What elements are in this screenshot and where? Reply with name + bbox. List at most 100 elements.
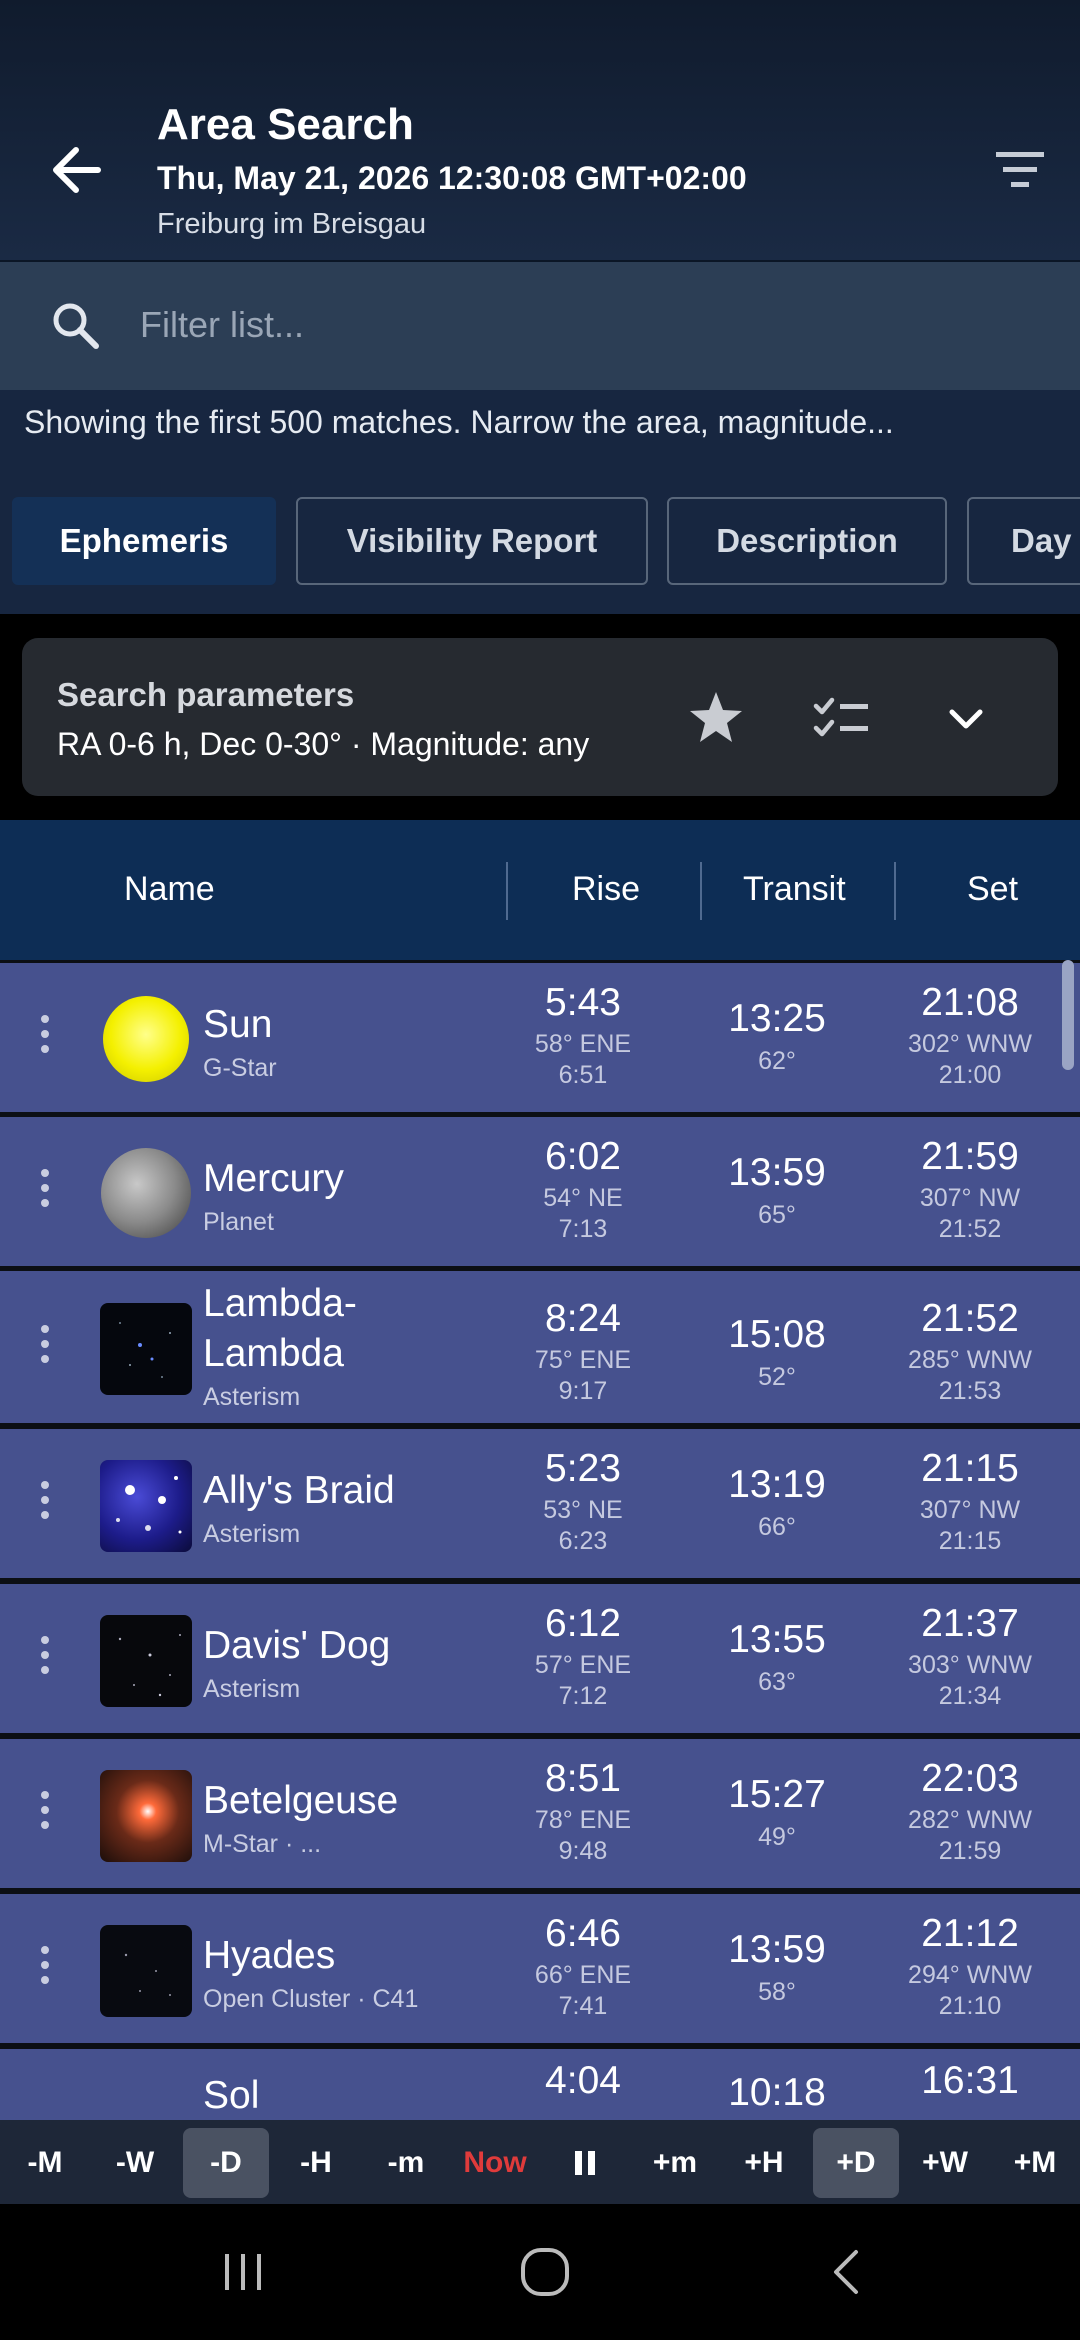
current-location[interactable]: Freiburg im Breisgau [157,208,426,241]
more-options-icon[interactable] [30,1636,60,1682]
minus-week-button[interactable]: -W [92,2128,178,2198]
set-time: 21:15 [921,1447,1019,1490]
rise-time: 8:24 [545,1297,621,1340]
pause-icon [575,2151,595,2175]
column-divider [506,862,508,920]
checklist-icon[interactable] [808,684,876,752]
scrollbar[interactable] [1062,960,1074,1070]
tab-visibility-report[interactable]: Visibility Report [296,497,648,585]
transit-time: 15:27 [728,1773,826,1816]
search-icon [53,303,99,349]
back-icon[interactable] [820,2244,876,2300]
minus-day-button[interactable]: -D [183,2128,269,2198]
tab-ephemeris[interactable]: Ephemeris [12,497,276,585]
more-options-icon[interactable] [30,1015,60,1061]
tab-day[interactable]: Day [967,497,1080,585]
object-type: Asterism [203,1383,301,1411]
minus-month-button[interactable]: -M [2,2128,88,2198]
transit-time: 13:59 [728,1151,826,1194]
chevron-down-icon[interactable] [932,684,1000,752]
minus-hour-button[interactable]: -H [273,2128,359,2198]
home-icon[interactable] [515,2242,575,2302]
set-secondary: 21:15 [938,1527,1002,1555]
filter-sort-icon[interactable] [990,140,1050,200]
params-title: Search parameters [57,676,355,713]
object-name: Lambda- [203,1282,357,1325]
column-divider [894,862,896,920]
set-secondary: 21:53 [938,1377,1002,1405]
rise-time: 5:23 [545,1447,621,1490]
minus-minute-button[interactable]: -m [363,2128,449,2198]
table-row[interactable]: Hyades Open Cluster · C41 6:46 66° ENE 7… [0,1894,1080,2043]
transit-time: 13:55 [728,1618,826,1661]
column-name[interactable]: Name [124,870,215,909]
table-row[interactable]: Sun G-Star 5:43 58° ENE 6:51 13:25 62° 2… [0,963,1080,1112]
column-rise[interactable]: Rise [572,870,640,909]
plus-minute-button[interactable]: +m [632,2128,718,2198]
sun-thumbnail [103,996,189,1082]
table-row[interactable]: Mercury Planet 6:02 54° NE 7:13 13:59 65… [0,1117,1080,1266]
set-secondary: 21:34 [938,1682,1002,1710]
plus-week-button[interactable]: +W [902,2128,988,2198]
results-notice: Showing the first 500 matches. Narrow th… [0,390,1080,490]
params-description: RA 0-6 h, Dec 0-30° · Magnitude: any [57,726,590,762]
plus-month-button[interactable]: +M [992,2128,1078,2198]
rise-secondary: 7:13 [558,1215,608,1243]
plus-hour-button[interactable]: +H [721,2128,807,2198]
set-secondary: 21:10 [938,1992,1002,2020]
page-title: Area Search [157,100,414,149]
plus-day-button[interactable]: +D [813,2128,899,2198]
transit-time: 13:59 [728,1928,826,1971]
object-name: Sol [203,2074,260,2117]
recent-apps-icon[interactable] [215,2244,271,2300]
object-name: Hyades [203,1934,336,1977]
transit-altitude: 63° [758,1668,796,1696]
transit-altitude: 62° [758,1047,796,1075]
transit-altitude: 49° [758,1823,796,1851]
current-datetime[interactable]: Thu, May 21, 2026 12:30:08 GMT+02:00 [157,160,747,197]
rise-time: 6:12 [545,1602,621,1645]
rise-secondary: 9:48 [558,1837,608,1865]
rise-time: 6:02 [545,1135,621,1178]
object-name: Betelgeuse [203,1779,399,1822]
set-azimuth: 307° NW [919,1184,1021,1212]
table-row[interactable]: Betelgeuse M-Star · ... 8:51 78° ENE 9:4… [0,1739,1080,1888]
rise-time: 5:43 [545,981,621,1024]
tab-description[interactable]: Description [667,497,947,585]
set-azimuth: 302° WNW [908,1030,1032,1058]
set-secondary: 21:00 [938,1061,1002,1089]
column-set[interactable]: Set [967,870,1018,909]
more-options-icon[interactable] [30,1946,60,1992]
pause-button[interactable] [542,2128,628,2198]
more-options-icon[interactable] [30,1325,60,1371]
table-row[interactable]: Lambda- Lambda Asterism 8:24 75° ENE 9:1… [0,1271,1080,1423]
transit-altitude: 58° [758,1978,796,2006]
now-button[interactable]: Now [452,2128,538,2198]
back-arrow-icon[interactable] [40,130,120,210]
starfield-image [124,1953,171,1996]
starfield-image [118,1634,181,1697]
transit-time: 15:08 [728,1313,826,1356]
time-control-bar: -M -W -D -H -m Now +m +H +D +W +M [0,2120,1080,2204]
object-type: Planet [203,1208,274,1236]
object-type: M-Star · ... [203,1830,322,1858]
more-options-icon[interactable] [30,1791,60,1837]
star-favorite-icon[interactable] [682,684,750,752]
rise-azimuth: 54° NE [543,1184,623,1212]
table-row[interactable]: Davis' Dog Asterism 6:12 57° ENE 7:12 13… [0,1584,1080,1733]
set-azimuth: 307° NW [919,1496,1021,1524]
starfield-image [116,1476,182,1534]
more-options-icon[interactable] [30,1169,60,1215]
object-name: Mercury [203,1157,344,1200]
table-row[interactable]: Sol 4:04 10:18 16:31 [0,2049,1080,2120]
table-row[interactable]: Ally's Braid Asterism 5:23 53° NE 6:23 1… [0,1429,1080,1578]
column-transit[interactable]: Transit [743,870,846,909]
more-options-icon[interactable] [30,1481,60,1527]
lambda-thumbnail [100,1303,192,1395]
transit-time: 10:18 [728,2071,826,2114]
hyades-thumbnail [100,1925,192,2017]
search-params-card[interactable]: Search parameters RA 0-6 h, Dec 0-30° · … [22,638,1058,796]
rise-azimuth: 58° ENE [534,1030,632,1058]
object-name: Davis' Dog [203,1624,391,1667]
filter-input[interactable] [140,292,1040,358]
